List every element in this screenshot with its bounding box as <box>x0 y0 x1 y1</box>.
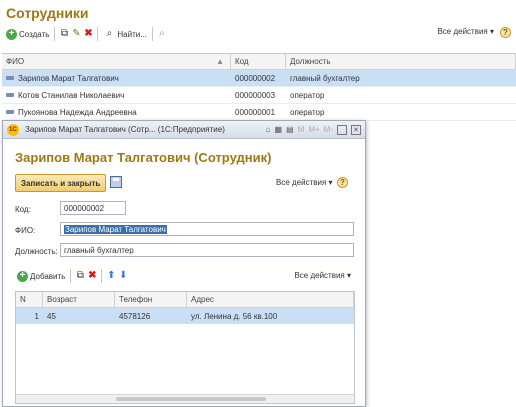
copy-icon[interactable]: ⧉ <box>74 270 86 282</box>
cell-position: главный бухгалтер <box>290 73 360 83</box>
find-button[interactable]: ⌕ Найти... <box>101 26 149 42</box>
table-header: ФИО ▲ Код Должность <box>2 54 516 70</box>
column-header-position[interactable]: Должность <box>286 54 516 69</box>
window-title: Зарипов Марат Талгатович (Сотр... (1С:Пр… <box>25 125 225 134</box>
create-button-label: Создать <box>19 29 50 39</box>
edit-icon[interactable]: ✎ <box>70 28 82 40</box>
form-all-actions-menu[interactable]: Все действия ▾ <box>276 178 333 187</box>
delete-icon[interactable]: ✖ <box>86 270 98 282</box>
toolbar-separator <box>97 27 99 41</box>
column-header-fio[interactable]: ФИО ▲ <box>2 54 231 69</box>
toolbar-separator <box>101 269 103 283</box>
create-button[interactable]: + Создать <box>4 26 51 42</box>
app-logo-icon: 1С <box>7 123 19 136</box>
item-icon <box>6 110 14 114</box>
details-all-actions-menu[interactable]: Все действия ▾ <box>294 271 351 280</box>
horizontal-scrollbar[interactable] <box>16 394 354 403</box>
calendar-icon[interactable]: ▤ <box>286 125 294 134</box>
cell-phone: 4578126 <box>119 311 151 321</box>
window-titlebar[interactable]: 1С Зарипов Марат Талгатович (Сотр... (1С… <box>3 121 365 139</box>
add-row-label: Добавить <box>30 271 66 281</box>
toolbar-separator <box>151 27 153 41</box>
move-down-icon[interactable]: ⬇ <box>117 270 129 282</box>
add-icon: + <box>6 28 17 40</box>
form-heading: Зарипов Марат Талгатович (Сотрудник) <box>15 150 272 165</box>
cell-fio: Котов Станилав Николаевич <box>18 90 125 100</box>
copy-icon[interactable]: ⧉ <box>58 28 70 40</box>
toolbar-separator <box>70 269 72 283</box>
save-icon[interactable] <box>110 176 122 188</box>
column-header-address[interactable]: Адрес <box>187 292 354 307</box>
page-title: Сотрудники <box>6 5 89 21</box>
add-icon: + <box>17 270 28 282</box>
table-row[interactable]: Пукоянова Надежда Андреевна 000000001 оп… <box>2 104 516 121</box>
column-header-n[interactable]: N <box>16 292 43 307</box>
details-toolbar: + Добавить ⧉ ✖ ⬆ ⬇ Все действия ▾ <box>15 268 355 284</box>
scrollbar-thumb[interactable] <box>116 397 266 401</box>
code-field[interactable]: 000000002 <box>60 201 126 215</box>
toolbar-separator <box>54 27 56 41</box>
cell-code: 000000002 <box>235 73 276 83</box>
fio-field-value: Зарипов Марат Талгатович <box>64 224 167 234</box>
cell-n: 1 <box>34 311 39 321</box>
form-help-icon[interactable]: ? <box>337 177 348 188</box>
home-icon[interactable]: ⌂ <box>266 125 271 134</box>
all-actions-menu[interactable]: Все действия ▾ <box>437 27 494 36</box>
fio-field[interactable]: Зарипов Марат Талгатович <box>60 222 354 236</box>
employees-table: ФИО ▲ Код Должность Зарипов Марат Талгато… <box>2 53 516 121</box>
column-header-phone[interactable]: Телефон <box>115 292 187 307</box>
column-header-age[interactable]: Возраст <box>43 292 115 307</box>
table-row[interactable]: Котов Станилав Николаевич 000000003 опер… <box>2 87 516 104</box>
cell-position: оператор <box>290 107 325 117</box>
window-controls: ⌂ ▦ ▤ M M+ M- ✕ <box>266 124 365 135</box>
memory-minus-button[interactable]: M- <box>324 125 333 134</box>
cancel-search-icon[interactable]: ⌕ <box>156 28 168 40</box>
save-and-close-button[interactable]: Записать и закрыть <box>15 174 107 192</box>
fio-label: ФИО: <box>15 226 36 235</box>
calculator-icon[interactable]: ▦ <box>275 125 283 134</box>
item-icon <box>6 93 14 97</box>
memory-plus-button[interactable]: M+ <box>308 125 319 134</box>
column-header-code[interactable]: Код <box>231 54 286 69</box>
cell-code: 000000001 <box>235 107 276 117</box>
cell-code: 000000003 <box>235 90 276 100</box>
cell-fio: Пукоянова Надежда Андреевна <box>18 107 137 117</box>
memory-button[interactable]: M <box>298 125 305 134</box>
find-button-label: Найти... <box>117 29 147 39</box>
table-row[interactable]: 1 45 4578126 ул. Ленина д. 56 кв.100 <box>16 308 354 324</box>
position-label: Должность: <box>15 247 58 256</box>
help-icon[interactable]: ? <box>500 27 511 38</box>
table-row[interactable]: Зарипов Марат Талгатович 000000002 главн… <box>2 70 516 87</box>
add-row-button[interactable]: + Добавить <box>15 268 67 284</box>
cell-address: ул. Ленина д. 56 кв.100 <box>191 311 278 321</box>
close-icon[interactable]: ✕ <box>351 124 361 135</box>
cell-age: 45 <box>47 311 56 321</box>
position-field[interactable]: главный бухгалтер <box>60 243 354 257</box>
maximize-icon[interactable] <box>337 124 347 135</box>
search-icon: ⌕ <box>106 28 113 39</box>
details-table-header: N Возраст Телефон Адрес <box>16 292 354 308</box>
details-table: N Возраст Телефон Адрес 1 45 4578126 ул.… <box>15 291 355 404</box>
code-label: Код: <box>15 205 31 214</box>
cell-fio: Зарипов Марат Талгатович <box>18 73 119 83</box>
delete-icon[interactable]: ✖ <box>82 28 94 40</box>
move-up-icon[interactable]: ⬆ <box>105 270 117 282</box>
item-icon <box>6 76 14 80</box>
cell-position: оператор <box>290 90 325 100</box>
